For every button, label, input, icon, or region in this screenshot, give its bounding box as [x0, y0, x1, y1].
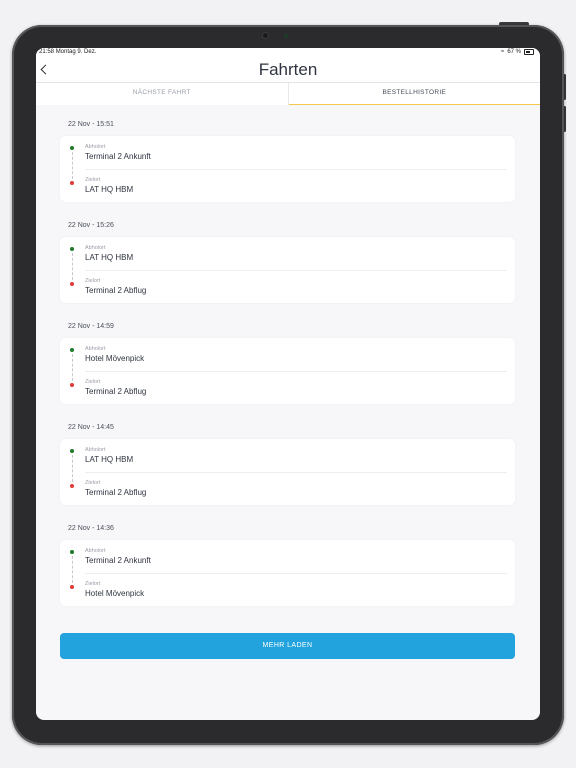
pickup-dot-icon: [70, 146, 74, 150]
pickup-label: Abholort: [85, 245, 106, 251]
pickup-dot-icon: [70, 247, 74, 251]
trip-card[interactable]: Abholort Terminal 2 Ankunft Zielort LAT …: [60, 136, 515, 202]
route-connector: [71, 253, 73, 280]
divider: [85, 371, 507, 372]
destination-value: Terminal 2 Abflug: [85, 286, 147, 295]
route-connector: [71, 455, 73, 482]
pickup-label: Abholort: [85, 548, 106, 554]
trip-card[interactable]: Abholort Terminal 2 Ankunft Zielort Hote…: [60, 540, 515, 606]
camera-lens-icon: [284, 34, 288, 38]
pickup-value: Terminal 2 Ankunft: [85, 152, 151, 161]
destination-label: Zielort: [85, 379, 101, 385]
load-more-button[interactable]: MEHR LADEN: [60, 633, 515, 659]
pickup-label: Abholort: [85, 144, 106, 150]
trip-date: 22 Nov - 15:26: [68, 222, 114, 229]
pickup-value: Terminal 2 Ankunft: [85, 556, 151, 565]
status-right: ≈ 67 %: [501, 49, 534, 55]
tab-next-trip[interactable]: NÄCHSTE FAHRT: [36, 83, 288, 105]
pickup-value: LAT HQ HBM: [85, 253, 134, 262]
battery-level: 67 %: [507, 49, 521, 55]
trip-date: 22 Nov - 14:36: [68, 525, 114, 532]
pickup-label: Abholort: [85, 346, 106, 352]
trip-card[interactable]: Abholort Hotel Mövenpick Zielort Termina…: [60, 338, 515, 404]
pickup-value: Hotel Mövenpick: [85, 354, 145, 363]
destination-dot-icon: [70, 181, 74, 185]
page-title: Fahrten: [258, 60, 318, 79]
battery-icon: [524, 49, 534, 55]
wifi-icon: ≈: [501, 49, 505, 55]
trip-date: 22 Nov - 14:45: [68, 424, 114, 431]
trip-date: 22 Nov - 15:51: [68, 121, 114, 128]
destination-value: Hotel Mövenpick: [85, 589, 145, 598]
divider: [85, 169, 507, 170]
destination-value: Terminal 2 Abflug: [85, 488, 147, 497]
destination-label: Zielort: [85, 581, 101, 587]
destination-dot-icon: [70, 383, 74, 387]
destination-label: Zielort: [85, 177, 101, 183]
destination-dot-icon: [70, 282, 74, 286]
trip-card[interactable]: Abholort LAT HQ HBM Zielort Terminal 2 A…: [60, 439, 515, 505]
status-time: 21:58 Montag 9. Dez.: [39, 49, 97, 55]
destination-label: Zielort: [85, 480, 101, 486]
destination-dot-icon: [70, 585, 74, 589]
destination-label: Zielort: [85, 278, 101, 284]
pickup-value: LAT HQ HBM: [85, 455, 134, 464]
pickup-label: Abholort: [85, 447, 106, 453]
status-bar: 21:58 Montag 9. Dez. ≈ 67 %: [36, 48, 540, 58]
pickup-dot-icon: [70, 550, 74, 554]
route-connector: [71, 152, 73, 179]
destination-value: LAT HQ HBM: [85, 185, 134, 194]
destination-value: Terminal 2 Abflug: [85, 387, 147, 396]
divider: [85, 472, 507, 473]
camera-icon: [263, 33, 268, 38]
tab-bar: NÄCHSTE FAHRT BESTELLHISTORIE: [36, 82, 540, 105]
route-connector: [71, 354, 73, 381]
trip-date: 22 Nov - 14:59: [68, 323, 114, 330]
pickup-dot-icon: [70, 449, 74, 453]
nav-header: Fahrten: [36, 58, 540, 82]
route-connector: [71, 556, 73, 583]
pickup-dot-icon: [70, 348, 74, 352]
divider: [85, 270, 507, 271]
tab-order-history[interactable]: BESTELLHISTORIE: [287, 83, 541, 105]
destination-dot-icon: [70, 484, 74, 488]
app-screen: 21:58 Montag 9. Dez. ≈ 67 % Fahrten NÄCH…: [36, 48, 540, 720]
divider: [85, 573, 507, 574]
trip-card[interactable]: Abholort LAT HQ HBM Zielort Terminal 2 A…: [60, 237, 515, 303]
